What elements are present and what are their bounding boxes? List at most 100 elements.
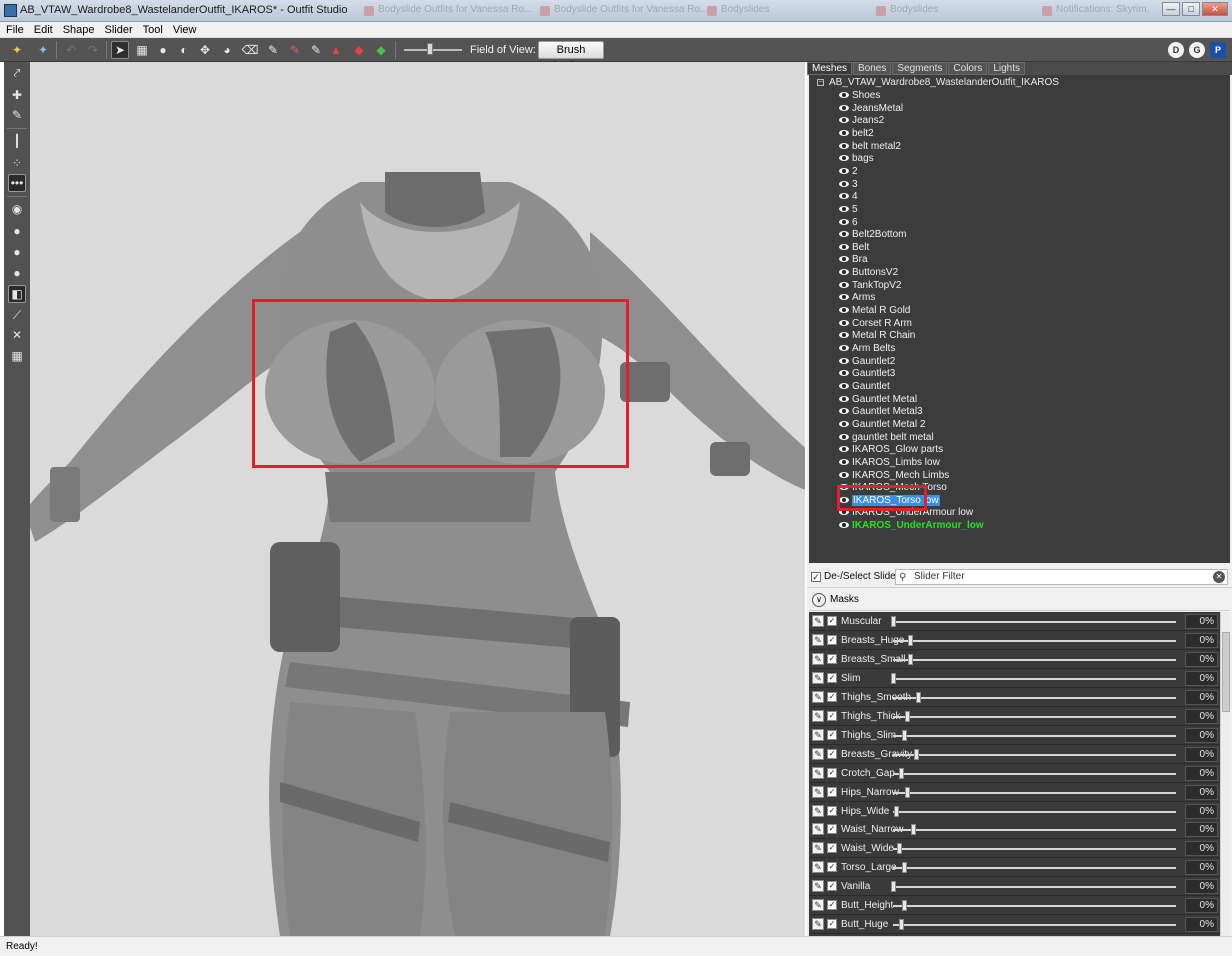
slider-track[interactable]	[893, 905, 1176, 908]
clear-filter-icon[interactable]: ✕	[1213, 571, 1225, 583]
mesh-item[interactable]: Gauntlet	[839, 381, 890, 393]
mesh-item[interactable]: Bra	[839, 254, 868, 266]
slider-track[interactable]	[893, 753, 1176, 756]
mesh-item[interactable]: JeansMetal	[839, 103, 903, 115]
visibility-eye-icon[interactable]	[839, 180, 849, 187]
visibility-eye-icon[interactable]	[839, 193, 849, 200]
edit-slider-icon[interactable]: ✎	[812, 842, 824, 855]
slider-track[interactable]	[893, 772, 1176, 775]
masks-section[interactable]: ∨ Masks	[809, 590, 1230, 611]
mesh-item[interactable]: gauntlet belt metal	[839, 432, 934, 444]
visibility-eye-icon[interactable]	[839, 458, 849, 465]
mesh-item[interactable]: IKAROS_Glow parts	[839, 444, 943, 456]
visibility-eye-icon[interactable]	[839, 104, 849, 111]
slider-value-field[interactable]: 0%	[1185, 841, 1218, 857]
slider-checkbox[interactable]: ✓	[827, 824, 837, 835]
mesh-item[interactable]: IKAROS_Mech Limbs	[839, 470, 949, 482]
visibility-eye-icon[interactable]	[839, 269, 849, 276]
visibility-eye-icon[interactable]	[839, 231, 849, 238]
menu-file[interactable]: File	[6, 24, 24, 36]
menu-tool[interactable]: Tool	[143, 24, 163, 36]
mesh-item[interactable]: 3	[839, 179, 858, 191]
smooth-brush-icon[interactable]: ◕	[218, 41, 236, 59]
move-brush-icon[interactable]: ✥	[196, 41, 214, 59]
redo-icon[interactable]: ↷	[84, 41, 102, 59]
field-of-view-slider-handle[interactable]	[427, 43, 433, 55]
background-window-tab[interactable]: Bodyslides	[874, 4, 1024, 20]
slider-value-field[interactable]: 0%	[1185, 917, 1218, 933]
mesh-item[interactable]: Gauntlet Metal	[839, 394, 917, 406]
deflate-brush-icon[interactable]: ◐	[175, 41, 193, 59]
slider-handle[interactable]	[907, 634, 913, 646]
visibility-eye-icon[interactable]	[839, 420, 849, 427]
slider-checkbox[interactable]: ✓	[827, 881, 837, 892]
slider-checkbox[interactable]: ✓	[827, 672, 837, 683]
slider-track[interactable]	[893, 734, 1176, 737]
slider-value-field[interactable]: 0%	[1185, 765, 1218, 781]
mesh-item[interactable]: Arm Belts	[839, 343, 895, 355]
slider-checkbox[interactable]: ✓	[827, 710, 837, 721]
slider-track[interactable]	[893, 696, 1176, 699]
menu-edit[interactable]: Edit	[34, 24, 53, 36]
chevron-down-icon[interactable]: ∨	[812, 593, 826, 607]
slider-track[interactable]	[893, 791, 1176, 794]
slider-checkbox[interactable]: ✓	[827, 767, 837, 778]
edit-slider-icon[interactable]: ✎	[812, 747, 824, 760]
vertex-colors-icon[interactable]: ⟋	[8, 306, 26, 324]
visibility-eye-icon[interactable]	[839, 294, 849, 301]
edit-slider-icon[interactable]: ✎	[812, 804, 824, 817]
visibility-eye-icon[interactable]	[839, 218, 849, 225]
slider-handle[interactable]	[910, 824, 916, 836]
edit-slider-icon[interactable]: ✎	[812, 785, 824, 798]
slider-track[interactable]	[893, 677, 1176, 680]
slider-handle[interactable]	[891, 672, 896, 684]
slider-checkbox[interactable]: ✓	[827, 786, 837, 797]
weight-brush-icon[interactable]: ✎	[264, 41, 282, 59]
mesh-item[interactable]: Metal R Chain	[839, 330, 915, 342]
mirror-icon[interactable]: ┃	[8, 132, 26, 150]
visibility-eye-icon[interactable]	[839, 256, 849, 263]
slider-checkbox[interactable]: ✓	[827, 691, 837, 702]
select-brush-icon[interactable]: ➤	[111, 41, 129, 59]
mesh-tree[interactable]: − AB_VTAW_Wardrobe8_WastelanderOutfit_IKA…	[809, 75, 1230, 563]
visibility-eye-icon[interactable]	[839, 433, 849, 440]
slider-handle[interactable]	[913, 748, 919, 760]
paypal-icon[interactable]: P	[1210, 42, 1226, 58]
brush-settings-button[interactable]: Brush Settings	[538, 41, 604, 72]
slider-track[interactable]	[893, 867, 1176, 870]
edit-slider-icon[interactable]: ✎	[812, 880, 824, 893]
collapse-icon[interactable]: −	[817, 79, 824, 86]
slider-track[interactable]	[893, 639, 1176, 642]
deselect-sliders-toggle[interactable]: ✓ De-/Select Sliders	[811, 571, 904, 582]
mesh-item[interactable]: 5	[839, 204, 858, 216]
slider-filter-input[interactable]: ⚲ Slider Filter ✕	[895, 569, 1228, 585]
transform-icon[interactable]: ⤤	[8, 64, 26, 82]
slider-value-field[interactable]: 0%	[1185, 746, 1218, 762]
edit-slider-icon[interactable]: ✎	[812, 671, 824, 684]
visibility-eye-icon[interactable]	[839, 408, 849, 415]
split-edge-icon[interactable]: ◆	[372, 41, 390, 59]
slider-value-field[interactable]: 0%	[1185, 803, 1218, 819]
edit-slider-icon[interactable]: ✎	[812, 690, 824, 703]
pivot-icon[interactable]: ✚	[8, 86, 26, 104]
visibility-eye-icon[interactable]	[839, 281, 849, 288]
mesh-item[interactable]: Gauntlet Metal 2	[839, 419, 925, 431]
tab-segments[interactable]: Segments	[892, 62, 948, 75]
visibility-eye-icon[interactable]	[839, 345, 849, 351]
inflate-brush-icon[interactable]: ●	[154, 41, 172, 59]
mesh-item[interactable]: IKAROS_UnderArmour_low	[839, 520, 984, 532]
slider-checkbox[interactable]: ✓	[827, 729, 837, 740]
slider-value-field[interactable]: 0%	[1185, 860, 1218, 876]
visibility-eye-icon[interactable]	[839, 243, 849, 250]
field-of-view-slider[interactable]	[404, 49, 462, 51]
slider-value-field[interactable]: 0%	[1185, 822, 1218, 838]
mesh-item[interactable]: ButtonsV2	[839, 267, 898, 279]
slider-handle[interactable]	[907, 653, 913, 665]
visibility-eye-icon[interactable]	[839, 129, 849, 136]
mesh-item[interactable]: Jeans2	[839, 115, 884, 127]
slider-value-field[interactable]: 0%	[1185, 784, 1218, 800]
menu-shape[interactable]: Shape	[63, 24, 95, 36]
slider-checkbox[interactable]: ✓	[827, 900, 837, 911]
slider-checkbox[interactable]: ✓	[827, 862, 837, 873]
slider-handle[interactable]	[899, 767, 905, 779]
